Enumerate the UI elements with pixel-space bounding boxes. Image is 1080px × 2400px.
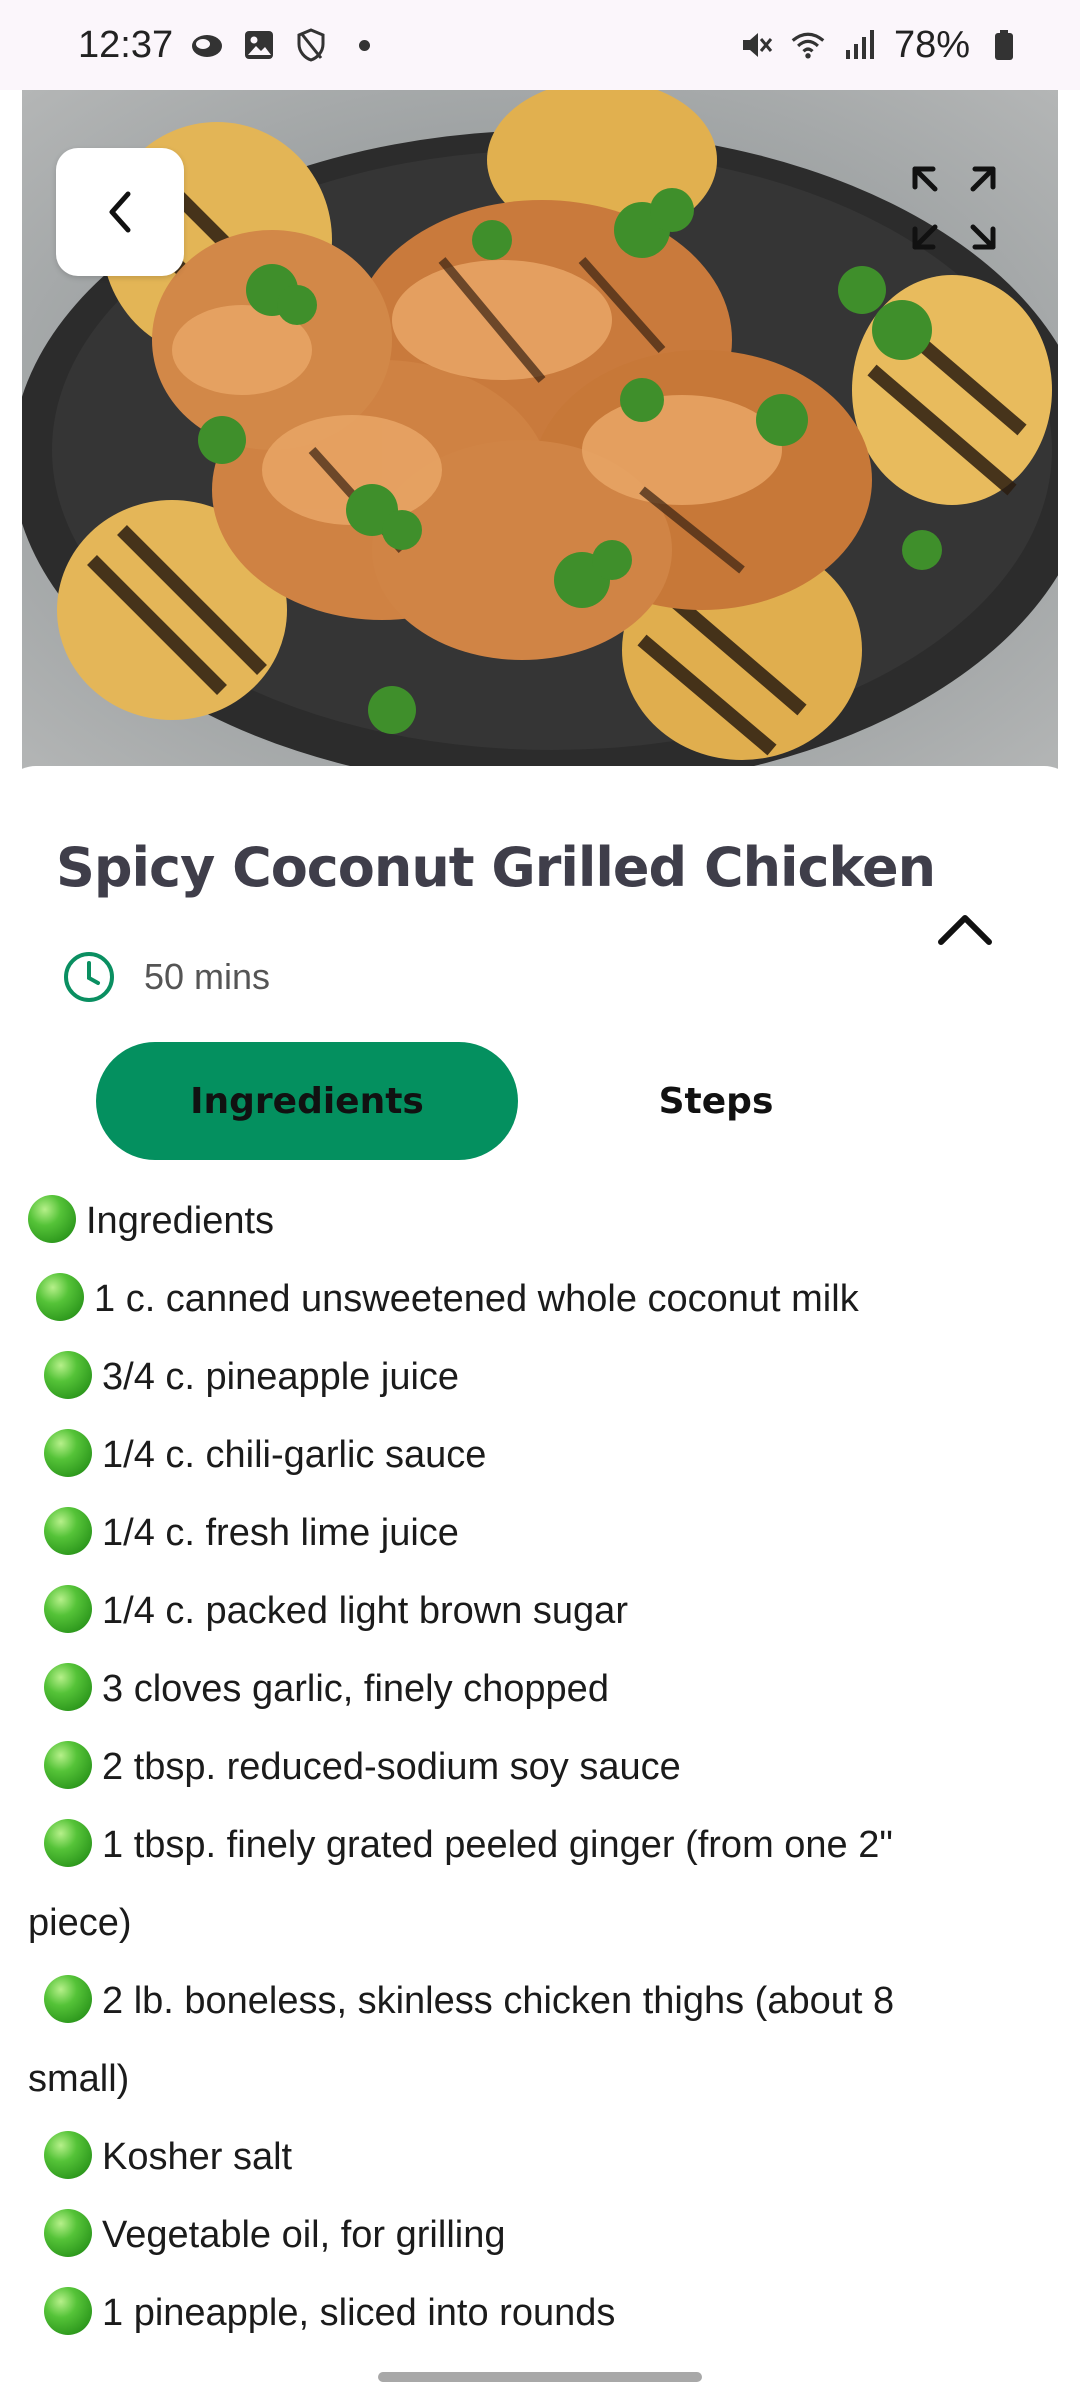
tab-steps[interactable]: Steps [566, 1042, 866, 1160]
status-bar: 12:37 78% [0, 0, 1080, 90]
expand-image-button[interactable] [906, 160, 1002, 256]
dot-icon [359, 39, 371, 51]
green-circle-icon [44, 1819, 92, 1867]
back-button[interactable] [56, 148, 184, 276]
list-item: 1 tbsp. finely grated peeled ginger (fro… [0, 1806, 1080, 1884]
tab-ingredients[interactable]: Ingredients [96, 1042, 518, 1160]
collapse-button[interactable] [930, 900, 1000, 960]
status-right: 78% [738, 24, 1022, 67]
green-circle-icon [44, 1429, 92, 1477]
status-time: 12:37 [78, 23, 174, 66]
list-item: 1 c. canned unsweetened whole coconut mi… [0, 1260, 1080, 1338]
mute-icon [738, 27, 774, 63]
green-circle-icon [28, 1195, 76, 1243]
green-circle-icon [44, 1585, 92, 1633]
green-circle-icon [44, 2287, 92, 2335]
list-item: 2 tbsp. reduced-sodium soy sauce [0, 1728, 1080, 1806]
list-item: 2 lb. boneless, skinless chicken thighs … [0, 1962, 1080, 2040]
list-item: 1/4 c. chili-garlic sauce [0, 1416, 1080, 1494]
list-item: Ingredients [0, 1182, 1080, 1260]
list-item-continuation: small) [28, 2058, 130, 2100]
green-circle-icon [44, 1507, 92, 1555]
shield-icon [293, 27, 329, 63]
battery-percent: 78% [893, 23, 970, 66]
wifi-icon [790, 27, 826, 63]
gallery-icon [241, 27, 277, 63]
green-circle-icon [44, 2131, 92, 2179]
list-item-continuation: piece) [28, 1902, 132, 1944]
green-circle-icon [44, 1741, 92, 1789]
chevron-left-icon [109, 191, 131, 233]
ingredients-list: Ingredients 1 c. canned unsweetened whol… [0, 1182, 1080, 2352]
list-item: 1/4 c. fresh lime juice [0, 1494, 1080, 1572]
fullscreen-icon [912, 166, 996, 250]
green-circle-icon [44, 1663, 92, 1711]
green-circle-icon [44, 1351, 92, 1399]
clock-icon [64, 952, 114, 1002]
battery-icon [986, 27, 1022, 63]
home-indicator[interactable] [378, 2372, 702, 2382]
recipe-title: Spicy Coconut Grilled Chicken [56, 836, 936, 899]
green-circle-icon [44, 1975, 92, 2023]
list-item: 3/4 c. pineapple juice [0, 1338, 1080, 1416]
recipe-tabs: Ingredients Steps [96, 1042, 996, 1160]
signal-icon [842, 27, 878, 63]
green-circle-icon [44, 2209, 92, 2257]
green-circle-icon [36, 1273, 84, 1321]
chevron-up-icon [938, 915, 992, 945]
status-left: 12:37 [78, 23, 371, 67]
cloud-icon [189, 27, 225, 63]
cook-time: 50 mins [62, 950, 270, 1004]
cook-time-text: 50 mins [144, 956, 271, 997]
list-item: 1/4 c. packed light brown sugar [0, 1572, 1080, 1650]
list-item: 3 cloves garlic, finely chopped [0, 1650, 1080, 1728]
list-item: Kosher salt [0, 2118, 1080, 2196]
list-item: 1 pineapple, sliced into rounds [0, 2274, 1080, 2352]
recipe-card: Spicy Coconut Grilled Chicken 50 mins In… [0, 766, 1080, 2400]
list-item: Vegetable oil, for grilling [0, 2196, 1080, 2274]
